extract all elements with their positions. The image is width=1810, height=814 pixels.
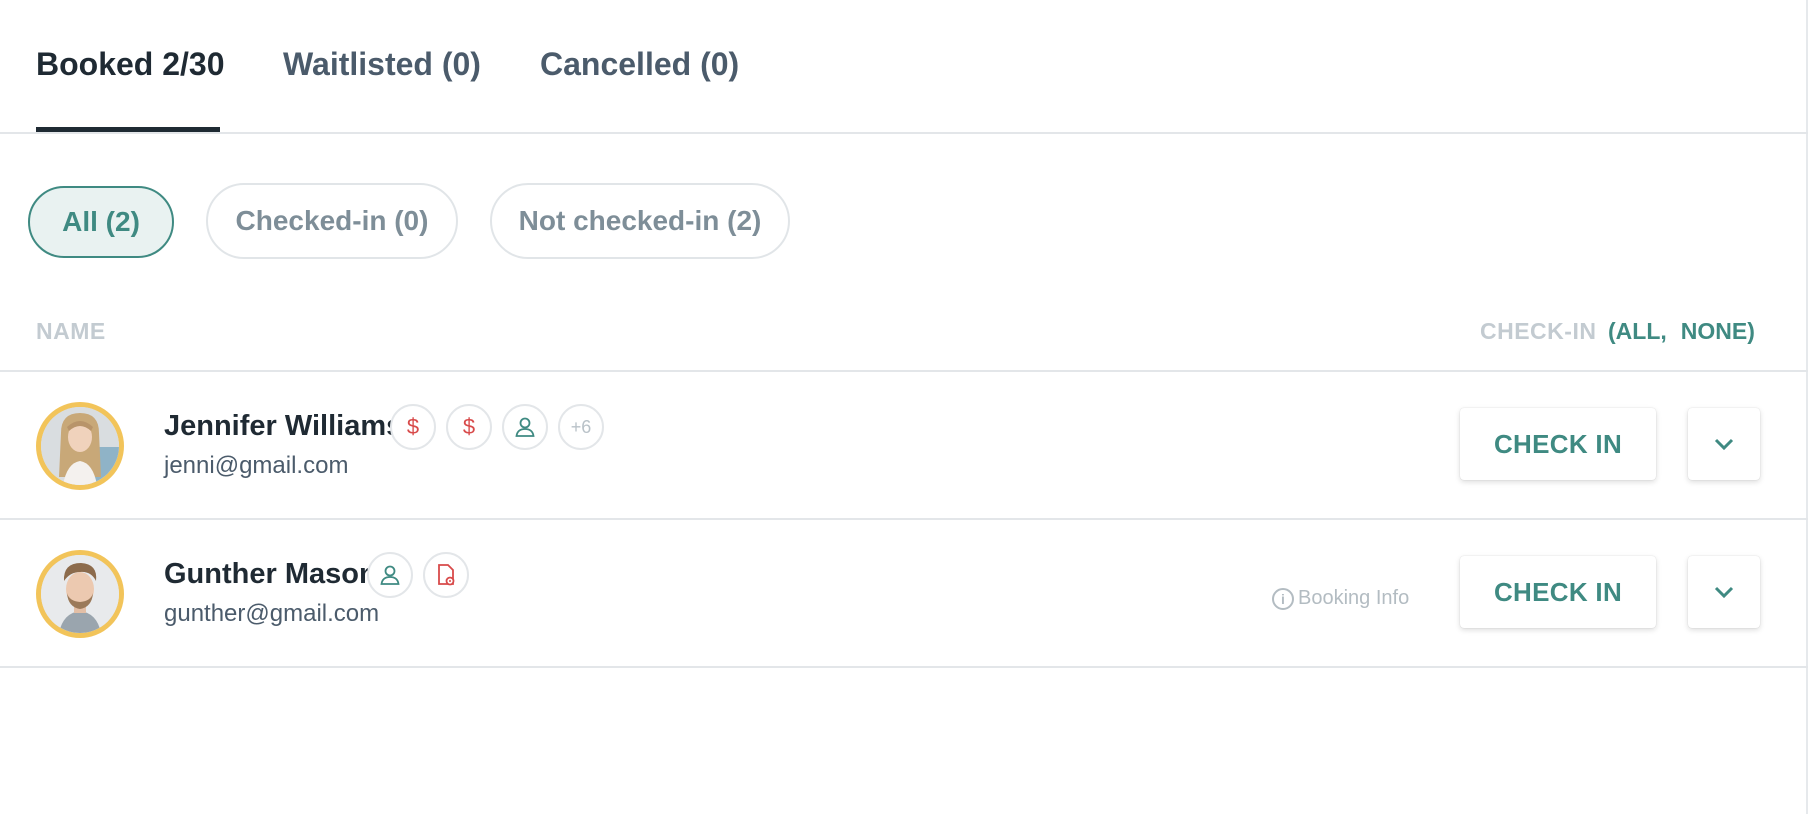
dollar-icon[interactable]: $ xyxy=(390,404,436,450)
check-in-button[interactable]: CHECK IN xyxy=(1460,556,1656,628)
check-in-button[interactable]: CHECK IN xyxy=(1460,408,1656,480)
column-name-header: NAME xyxy=(36,318,106,344)
attendee-name: Gunther Mason xyxy=(164,558,377,590)
tab-bar: Booked 2/30 Waitlisted (0) Cancelled (0) xyxy=(0,0,1808,134)
avatar xyxy=(36,550,124,638)
check-all-link[interactable]: (ALL xyxy=(1608,318,1660,344)
chevron-down-icon xyxy=(1714,438,1734,451)
tab-booked[interactable]: Booked 2/30 xyxy=(36,46,225,83)
filter-checked-in[interactable]: Checked-in (0) xyxy=(206,183,458,259)
user-icon[interactable] xyxy=(502,404,548,450)
row-options-dropdown[interactable] xyxy=(1688,556,1760,628)
check-all-none: (ALL, NONE) xyxy=(1608,318,1755,345)
table-row: Jennifer Williams jenni@gmail.com $ $ +6… xyxy=(0,372,1808,520)
column-checkin-header: CHECK-IN xyxy=(1480,318,1597,344)
info-icon: i xyxy=(1272,587,1294,610)
more-badges-count[interactable]: +6 xyxy=(558,404,604,450)
attendee-panel: Booked 2/30 Waitlisted (0) Cancelled (0)… xyxy=(0,0,1808,814)
tab-waitlisted[interactable]: Waitlisted (0) xyxy=(283,46,481,83)
booking-info-label: Booking Info xyxy=(1298,587,1410,609)
check-all-none-separator: , xyxy=(1660,318,1667,344)
filter-all[interactable]: All (2) xyxy=(28,186,174,258)
user-icon[interactable] xyxy=(367,552,413,598)
attendee-email: gunther@gmail.com xyxy=(164,600,380,627)
booking-info-link[interactable]: i Booking Info xyxy=(1272,587,1409,610)
document-icon[interactable] xyxy=(423,552,469,598)
check-none-link[interactable]: NONE) xyxy=(1681,318,1755,344)
tab-cancelled[interactable]: Cancelled (0) xyxy=(540,46,739,83)
row-options-dropdown[interactable] xyxy=(1688,408,1760,480)
attendee-email: jenni@gmail.com xyxy=(164,452,349,479)
table-header: NAME CHECK-IN (ALL, NONE) xyxy=(0,300,1808,372)
dollar-icon[interactable]: $ xyxy=(446,404,492,450)
attendee-name: Jennifer Williams xyxy=(164,410,403,442)
avatar xyxy=(36,402,124,490)
filter-not-checked-in[interactable]: Not checked-in (2) xyxy=(490,183,790,259)
chevron-down-icon xyxy=(1714,586,1734,599)
table-row: Gunther Mason gunther@gmail.com i Bookin… xyxy=(0,520,1808,668)
active-tab-indicator xyxy=(36,127,220,132)
